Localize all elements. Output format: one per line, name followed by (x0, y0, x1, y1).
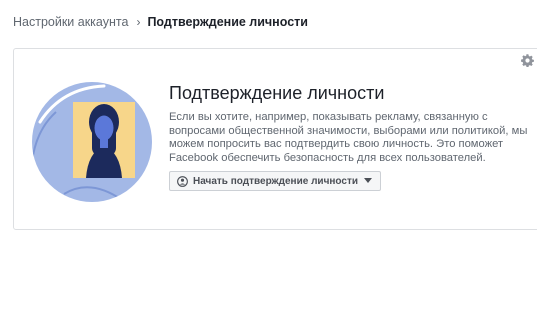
breadcrumb: Настройки аккаунта › Подтверждение лично… (13, 15, 308, 29)
gear-icon[interactable] (521, 54, 534, 67)
card-title: Подтверждение личности (169, 83, 385, 103)
card-description: Если вы хотите, например, показывать рек… (169, 111, 528, 164)
id-badge-icon (177, 175, 188, 187)
breadcrumb-separator: › (136, 15, 141, 29)
start-identity-confirmation-button[interactable]: Начать подтверждение личности (169, 171, 381, 191)
identity-illustration (32, 82, 152, 202)
breadcrumb-account-settings-link[interactable]: Настройки аккаунта (13, 15, 128, 29)
chevron-down-icon (364, 178, 372, 183)
start-button-label: Начать подтверждение личности (193, 175, 358, 187)
breadcrumb-current-page: Подтверждение личности (147, 15, 308, 29)
